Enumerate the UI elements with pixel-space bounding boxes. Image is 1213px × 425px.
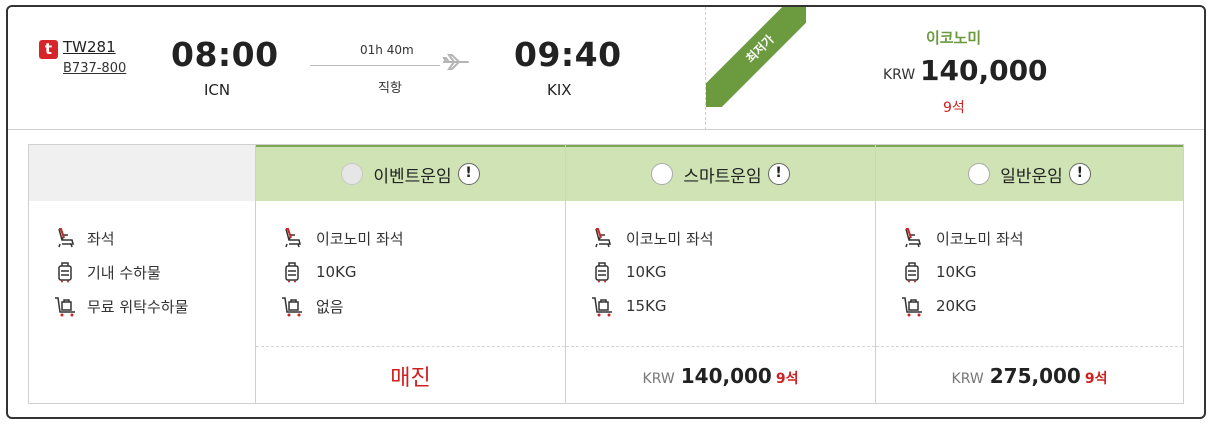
airplane-icon bbox=[442, 54, 469, 70]
fare-seat-value: 이코노미 좌석 bbox=[316, 229, 404, 248]
direct-flight-label: 직항 bbox=[378, 81, 402, 96]
fare-name: 이벤트운임 bbox=[373, 166, 452, 187]
fare-carry-on-value: 10KG bbox=[316, 263, 357, 281]
price-currency: KRW bbox=[883, 67, 916, 83]
aircraft-link[interactable]: B737-800 bbox=[63, 61, 126, 76]
fare-amount: 140,000 bbox=[680, 364, 772, 388]
fare-carry-on-value: 10KG bbox=[626, 263, 667, 281]
fare-radio[interactable] bbox=[651, 163, 674, 185]
fare-seats-left: 9석 bbox=[775, 371, 799, 387]
fare-checked: 없음 bbox=[280, 293, 344, 319]
carry-on-bag-icon bbox=[905, 262, 919, 283]
fare-checked-value: 없음 bbox=[316, 297, 344, 316]
fare-seat-value: 이코노미 좌석 bbox=[626, 229, 714, 248]
feature-header bbox=[29, 145, 255, 201]
feature-carry-on: 기내 수하물 bbox=[53, 259, 161, 285]
feature-seat: 좌석 bbox=[53, 225, 115, 251]
fare-checked: 20KG bbox=[900, 293, 977, 319]
lowest-price-ribbon: 최저가 bbox=[706, 7, 806, 107]
fare-carry-on: 10KG bbox=[900, 259, 977, 285]
checked-baggage-icon bbox=[282, 297, 302, 317]
route-line bbox=[310, 65, 440, 66]
arrival-time: 09:40 bbox=[514, 35, 622, 74]
flight-summary-row: t TW281 B737-800 08:00 ICN 01h 40m 직항 09… bbox=[8, 7, 1204, 130]
sold-out-label: 매진 bbox=[390, 366, 431, 391]
seat-icon bbox=[595, 228, 611, 248]
info-icon[interactable]: ! bbox=[767, 163, 790, 185]
flight-number-link[interactable]: TW281 bbox=[63, 38, 116, 56]
fare-price: KRW 140,000 9석 bbox=[566, 364, 875, 388]
cabin-class: 이코노미 bbox=[926, 29, 982, 47]
fare-header: 스마트운임 ! bbox=[566, 145, 875, 201]
flight-duration: 01h 40m bbox=[360, 43, 414, 57]
feature-label: 기내 수하물 bbox=[87, 263, 161, 282]
fare-column-regular: 일반운임 ! 이코노미 좌석 10KG 20KG KRW 275,000 9석 bbox=[875, 145, 1183, 403]
fare-seat: 이코노미 좌석 bbox=[900, 225, 1024, 251]
feature-label: 좌석 bbox=[87, 229, 115, 248]
fare-name: 일반운임 bbox=[1000, 166, 1063, 187]
carry-on-bag-icon bbox=[285, 262, 299, 283]
lowest-price: 140,000 bbox=[920, 54, 1048, 87]
checked-baggage-icon bbox=[902, 297, 922, 317]
fare-currency: KRW bbox=[642, 371, 675, 387]
checked-baggage-icon bbox=[55, 297, 75, 317]
departure-airport: ICN bbox=[204, 81, 231, 99]
divider bbox=[566, 346, 875, 347]
fare-header: 이벤트운임 ! bbox=[256, 145, 565, 201]
fare-checked: 15KG bbox=[590, 293, 667, 319]
fare-checked-value: 20KG bbox=[936, 297, 977, 315]
fare-seat: 이코노미 좌석 bbox=[280, 225, 404, 251]
seat-icon bbox=[285, 228, 301, 248]
fare-currency: KRW bbox=[951, 371, 984, 387]
arrival-airport: KIX bbox=[547, 81, 572, 99]
airline-logo: t bbox=[39, 40, 58, 59]
fare-column-smart: 스마트운임 ! 이코노미 좌석 10KG 15KG KRW 140,000 9석 bbox=[565, 145, 875, 403]
seats-left: 9석 bbox=[943, 100, 965, 116]
info-icon[interactable]: ! bbox=[457, 163, 480, 185]
fare-seat-value: 이코노미 좌석 bbox=[936, 229, 1024, 248]
fare-seats-left: 9석 bbox=[1084, 371, 1108, 387]
divider bbox=[876, 346, 1183, 347]
feature-column: 좌석 기내 수하물 무료 위탁수하물 bbox=[29, 145, 255, 403]
fare-amount: 275,000 bbox=[989, 364, 1081, 388]
seat-icon bbox=[58, 228, 74, 248]
fare-table: 좌석 기내 수하물 무료 위탁수하물 이벤트운임 ! 이코노미 좌석 10KG … bbox=[28, 144, 1184, 404]
flight-card: t TW281 B737-800 08:00 ICN 01h 40m 직항 09… bbox=[6, 5, 1206, 419]
seat-icon bbox=[905, 228, 921, 248]
feature-checked: 무료 위탁수하물 bbox=[53, 293, 188, 319]
fare-radio[interactable] bbox=[968, 163, 991, 185]
info-icon[interactable]: ! bbox=[1068, 163, 1091, 185]
fare-header: 일반운임 ! bbox=[876, 145, 1183, 201]
fare-price: KRW 275,000 9석 bbox=[876, 364, 1183, 388]
fare-carry-on: 10KG bbox=[280, 259, 357, 285]
fare-radio[interactable] bbox=[341, 163, 364, 185]
fare-name: 스마트운임 bbox=[683, 166, 762, 187]
fare-carry-on: 10KG bbox=[590, 259, 667, 285]
fare-seat: 이코노미 좌석 bbox=[590, 225, 714, 251]
divider bbox=[256, 346, 565, 347]
lowest-price-badge: 최저가 bbox=[706, 7, 806, 107]
feature-label: 무료 위탁수하물 bbox=[87, 297, 189, 316]
carry-on-bag-icon bbox=[58, 262, 72, 283]
fare-column-event: 이벤트운임 ! 이코노미 좌석 10KG 없음 매진 bbox=[255, 145, 565, 403]
carry-on-bag-icon bbox=[595, 262, 609, 283]
departure-time: 08:00 bbox=[171, 35, 279, 74]
checked-baggage-icon bbox=[592, 297, 612, 317]
fare-checked-value: 15KG bbox=[626, 297, 667, 315]
fare-carry-on-value: 10KG bbox=[936, 263, 977, 281]
